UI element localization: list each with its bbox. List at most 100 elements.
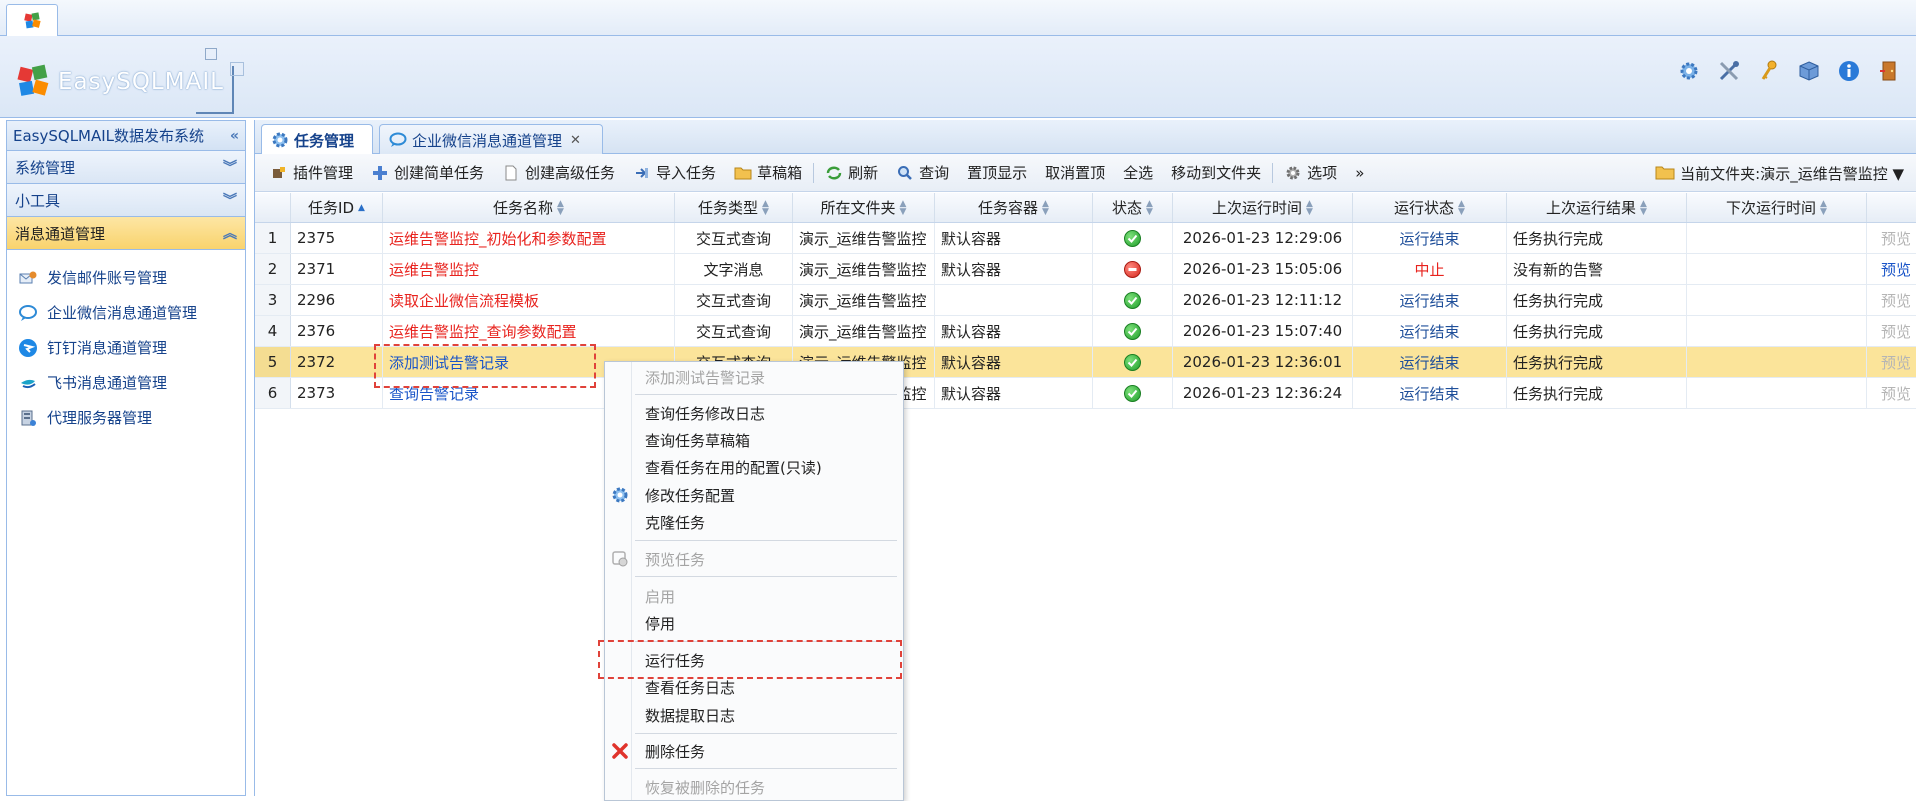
table-row[interactable]: 2 2371 运维告警监控 文字消息 演示_运维告警监控 默认容器 2026-0… <box>255 254 1916 285</box>
menu-item-clone-task[interactable]: 克隆任务 <box>605 509 905 535</box>
sort-asc-icon: ▲ <box>358 202 365 213</box>
status-cell <box>1093 223 1173 253</box>
collapse-sidebar-icon[interactable]: « <box>230 128 239 144</box>
menu-item-run-task[interactable]: 运行任务 <box>605 647 905 673</box>
sidebar-item-mail-accounts[interactable]: 发信邮件账号管理 <box>7 260 245 295</box>
container-cell: 默认容器 <box>935 347 1093 377</box>
select-all-button[interactable]: 全选 <box>1114 158 1162 188</box>
column-header-container[interactable]: 任务容器 ▲ ▼ <box>935 193 1093 222</box>
app-tab-strip <box>0 0 1916 37</box>
column-label: 任务类型 <box>698 199 759 217</box>
keys-icon[interactable] <box>1756 58 1782 84</box>
query-button[interactable]: 查询 <box>887 158 958 188</box>
menu-item-view-task-log[interactable]: 查看任务日志 <box>605 674 905 700</box>
import-arrow-icon <box>633 164 651 182</box>
create-simple-task-button[interactable]: 创建简单任务 <box>362 158 493 188</box>
menu-item-preview-task: 预览任务 <box>605 546 905 572</box>
sidebar-section-system[interactable]: 系统管理 ︾ <box>7 151 245 184</box>
table-row[interactable]: 6 2373 查询告警记录 交互式查询 演示_运维告警监控 默认容器 2026-… <box>255 378 1916 409</box>
preview-link[interactable]: 预览 <box>1867 285 1916 315</box>
exit-door-icon[interactable] <box>1876 58 1902 84</box>
settings-gear-icon[interactable] <box>1676 58 1702 84</box>
menu-item-modify-config[interactable]: 修改任务配置 <box>605 482 905 508</box>
app-home-tab[interactable] <box>6 4 58 37</box>
menu-item-view-config-readonly[interactable]: 查看任务在用的配置(只读) <box>605 454 905 480</box>
run-state-cell: 运行结束 <box>1353 378 1507 408</box>
task-name-link[interactable]: 读取企业微信流程模板 <box>383 285 675 315</box>
menu-item-delete-task[interactable]: 删除任务 <box>605 738 905 764</box>
move-to-folder-button[interactable]: 移动到文件夹 <box>1162 158 1270 188</box>
unpin-button[interactable]: 取消置顶 <box>1036 158 1114 188</box>
last-run-cell: 2026-01-23 15:05:06 <box>1173 254 1353 284</box>
sidebar-item-feishu[interactable]: 飞书消息通道管理 <box>7 365 245 400</box>
pin-top-button[interactable]: 置顶显示 <box>958 158 1036 188</box>
toolbar-separator <box>1272 162 1274 183</box>
info-icon[interactable] <box>1836 58 1862 84</box>
menu-item-view-drafts[interactable]: 查询任务草稿箱 <box>605 427 905 453</box>
grid-header: 任务ID ▲ 任务名称 ▲ ▼ 任务类型 ▲ ▼ 所在文件夹 ▲ ▼ 任务容器 ▲ ▼ 状态 ▲ ▼ … <box>255 193 1916 223</box>
row-number: 1 <box>255 223 291 253</box>
options-button[interactable]: 选项 <box>1275 158 1346 188</box>
column-header-last-run[interactable]: 上次运行时间 ▲ ▼ <box>1173 193 1353 222</box>
last-run-cell: 2026-01-23 15:07:40 <box>1173 316 1353 346</box>
menu-item-view-modify-log[interactable]: 查询任务修改日志 <box>605 400 905 426</box>
column-header-folder[interactable]: 所在文件夹 ▲ ▼ <box>793 193 935 222</box>
move-to-folder-label: 移动到文件夹 <box>1171 164 1262 182</box>
column-header-task-name[interactable]: 任务名称 ▲ ▼ <box>383 193 675 222</box>
current-folder-selector[interactable]: 当前文件夹:演示_运维告警监控 ▼ <box>1655 158 1904 188</box>
menu-item-disable[interactable]: 停用 <box>605 610 905 636</box>
task-name-link[interactable]: 运维告警监控_初始化和参数配置 <box>383 223 675 253</box>
column-header-task-type[interactable]: 任务类型 ▲ ▼ <box>675 193 793 222</box>
sidebar-section-message-channels[interactable]: 消息通道管理 ︽ <box>7 217 245 250</box>
sidebar-item-label: 代理服务器管理 <box>47 409 153 427</box>
task-name-link[interactable]: 运维告警监控_查询参数配置 <box>383 316 675 346</box>
menu-separator <box>635 641 897 642</box>
menu-item-data-extract-log[interactable]: 数据提取日志 <box>605 702 905 728</box>
column-header-last-result[interactable]: 上次运行结果 ▲ ▼ <box>1507 193 1687 222</box>
column-header-status[interactable]: 状态 ▲ ▼ <box>1093 193 1173 222</box>
plugin-manage-button[interactable]: 插件管理 <box>261 158 362 188</box>
folder-icon <box>1655 164 1675 182</box>
task-type-cell: 交互式查询 <box>675 285 793 315</box>
column-header-run-state[interactable]: 运行状态 ▲ ▼ <box>1353 193 1507 222</box>
sidebar-section-label: 消息通道管理 <box>15 224 106 243</box>
create-advanced-task-button[interactable]: 创建高级任务 <box>493 158 624 188</box>
sidebar-item-dingtalk[interactable]: 钉钉消息通道管理 <box>7 330 245 365</box>
table-row[interactable]: 3 2296 读取企业微信流程模板 交互式查询 演示_运维告警监控 2026-0… <box>255 285 1916 316</box>
drafts-button[interactable]: 草稿箱 <box>725 158 811 188</box>
sidebar-item-wecom[interactable]: 企业微信消息通道管理 <box>7 295 245 330</box>
tab-task-management[interactable]: 任务管理 <box>261 124 373 155</box>
sidebar-item-proxy[interactable]: 代理服务器管理 <box>7 400 245 435</box>
menu-separator <box>635 733 897 734</box>
table-row[interactable]: 1 2375 运维告警监控_初始化和参数配置 交互式查询 演示_运维告警监控 默… <box>255 223 1916 254</box>
tab-wecom-channels[interactable]: 企业微信消息通道管理 ✕ <box>379 124 603 155</box>
import-task-button[interactable]: 导入任务 <box>624 158 725 188</box>
preview-link[interactable]: 预览 <box>1867 223 1916 253</box>
refresh-button[interactable]: 刷新 <box>816 158 887 188</box>
table-row[interactable]: 4 2376 运维告警监控_查询参数配置 交互式查询 演示_运维告警监控 默认容… <box>255 316 1916 347</box>
plugin-icon <box>270 164 288 182</box>
sidebar-section-tools[interactable]: 小工具 ︾ <box>7 184 245 217</box>
preview-link[interactable]: 预览 <box>1867 347 1916 377</box>
folder-icon <box>734 164 752 182</box>
package-icon[interactable] <box>1796 58 1822 84</box>
task-id-cell: 2375 <box>291 223 383 253</box>
column-header-next-run[interactable]: 下次运行时间 ▲ ▼ <box>1687 193 1867 222</box>
preview-link[interactable]: 预览 <box>1867 378 1916 408</box>
menu-item-enable: 启用 <box>645 587 676 606</box>
next-run-cell <box>1687 316 1867 346</box>
column-header-preview <box>1867 193 1916 222</box>
task-name-link[interactable]: 运维告警监控 <box>383 254 675 284</box>
sort-icon: ▲ ▼ <box>1820 198 1827 217</box>
table-row-selected[interactable]: 5 2372 添加测试告警记录 交互式查询 演示_运维告警监控 默认容器 202… <box>255 347 1916 378</box>
preview-link[interactable]: 预览 <box>1867 316 1916 346</box>
run-state-cell: 运行结束 <box>1353 223 1507 253</box>
status-stopped-icon <box>1124 260 1141 278</box>
column-header-task-id[interactable]: 任务ID ▲ <box>291 193 383 222</box>
tools-icon[interactable] <box>1716 58 1742 84</box>
close-tab-icon[interactable]: ✕ <box>570 133 581 148</box>
preview-link[interactable]: 预览 <box>1867 254 1916 284</box>
run-state-cell: 运行结束 <box>1353 347 1507 377</box>
status-cell <box>1093 316 1173 346</box>
more-tools-button[interactable]: » <box>1346 158 1373 188</box>
